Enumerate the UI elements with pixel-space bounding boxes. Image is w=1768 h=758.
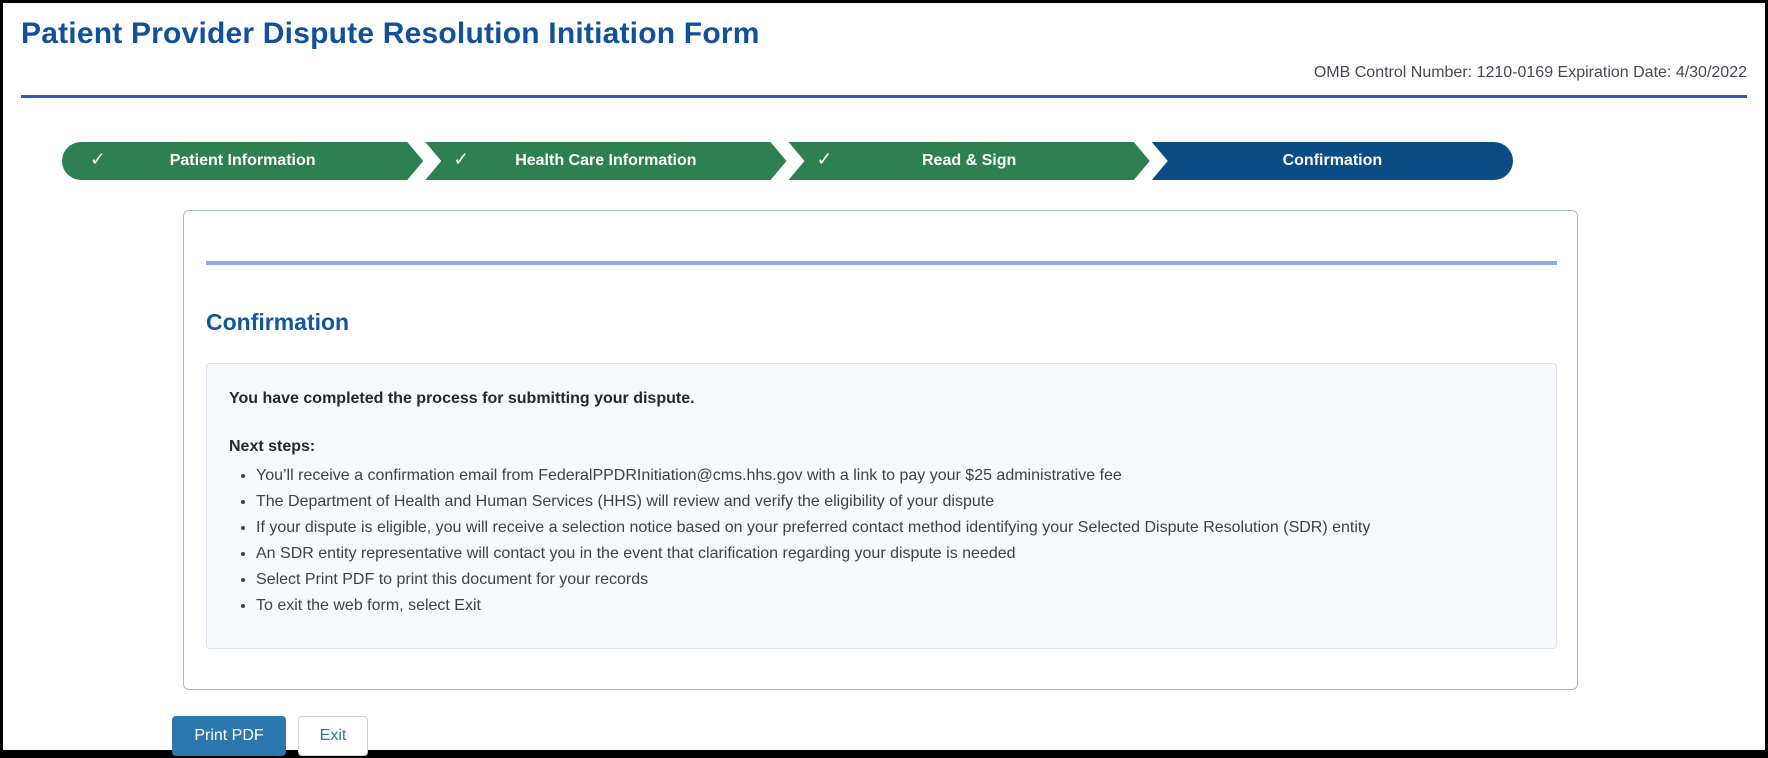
- page-frame: Patient Provider Dispute Resolution Init…: [0, 0, 1768, 758]
- next-step-item: The Department of Health and Human Servi…: [256, 492, 1534, 512]
- step-label: Confirmation: [1283, 152, 1383, 170]
- step-confirmation[interactable]: Confirmation: [1152, 142, 1513, 180]
- next-step-item: To exit the web form, select Exit: [256, 596, 1534, 616]
- confirmation-info-box: You have completed the process for submi…: [206, 363, 1557, 649]
- next-step-item: Select Print PDF to print this document …: [256, 570, 1534, 590]
- step-health-care-information[interactable]: ✓ Health Care Information: [425, 142, 786, 180]
- next-step-item: An SDR entity representative will contac…: [256, 544, 1534, 564]
- check-icon: ✓: [90, 149, 106, 172]
- confirmation-heading: Confirmation: [206, 309, 1557, 336]
- progress-stepper: ✓ Patient Information ✓ Health Care Info…: [62, 142, 1513, 180]
- completion-message: You have completed the process for submi…: [229, 390, 1534, 408]
- next-step-item: If your dispute is eligible, you will re…: [256, 518, 1534, 538]
- omb-control-text: OMB Control Number: 1210-0169 Expiration…: [21, 63, 1747, 83]
- header-divider: [21, 95, 1747, 98]
- confirmation-card: Confirmation You have completed the proc…: [183, 210, 1578, 690]
- step-read-and-sign[interactable]: ✓ Read & Sign: [789, 142, 1150, 180]
- step-patient-information[interactable]: ✓ Patient Information: [62, 142, 423, 180]
- check-icon: ✓: [453, 149, 469, 172]
- page-title: Patient Provider Dispute Resolution Init…: [21, 15, 1747, 53]
- next-step-item: You’ll receive a confirmation email from…: [256, 466, 1534, 486]
- next-steps-label: Next steps:: [229, 438, 1534, 456]
- exit-button[interactable]: Exit: [298, 716, 368, 756]
- page-header: Patient Provider Dispute Resolution Init…: [3, 3, 1765, 98]
- action-bar: Print PDF Exit: [172, 716, 1765, 756]
- step-label: Read & Sign: [922, 152, 1016, 170]
- next-steps-list: You’ll receive a confirmation email from…: [229, 466, 1534, 616]
- print-pdf-button[interactable]: Print PDF: [172, 716, 286, 756]
- step-label: Patient Information: [170, 152, 316, 170]
- card-top-divider: [206, 261, 1557, 265]
- check-icon: ✓: [817, 149, 833, 172]
- step-label: Health Care Information: [515, 152, 696, 170]
